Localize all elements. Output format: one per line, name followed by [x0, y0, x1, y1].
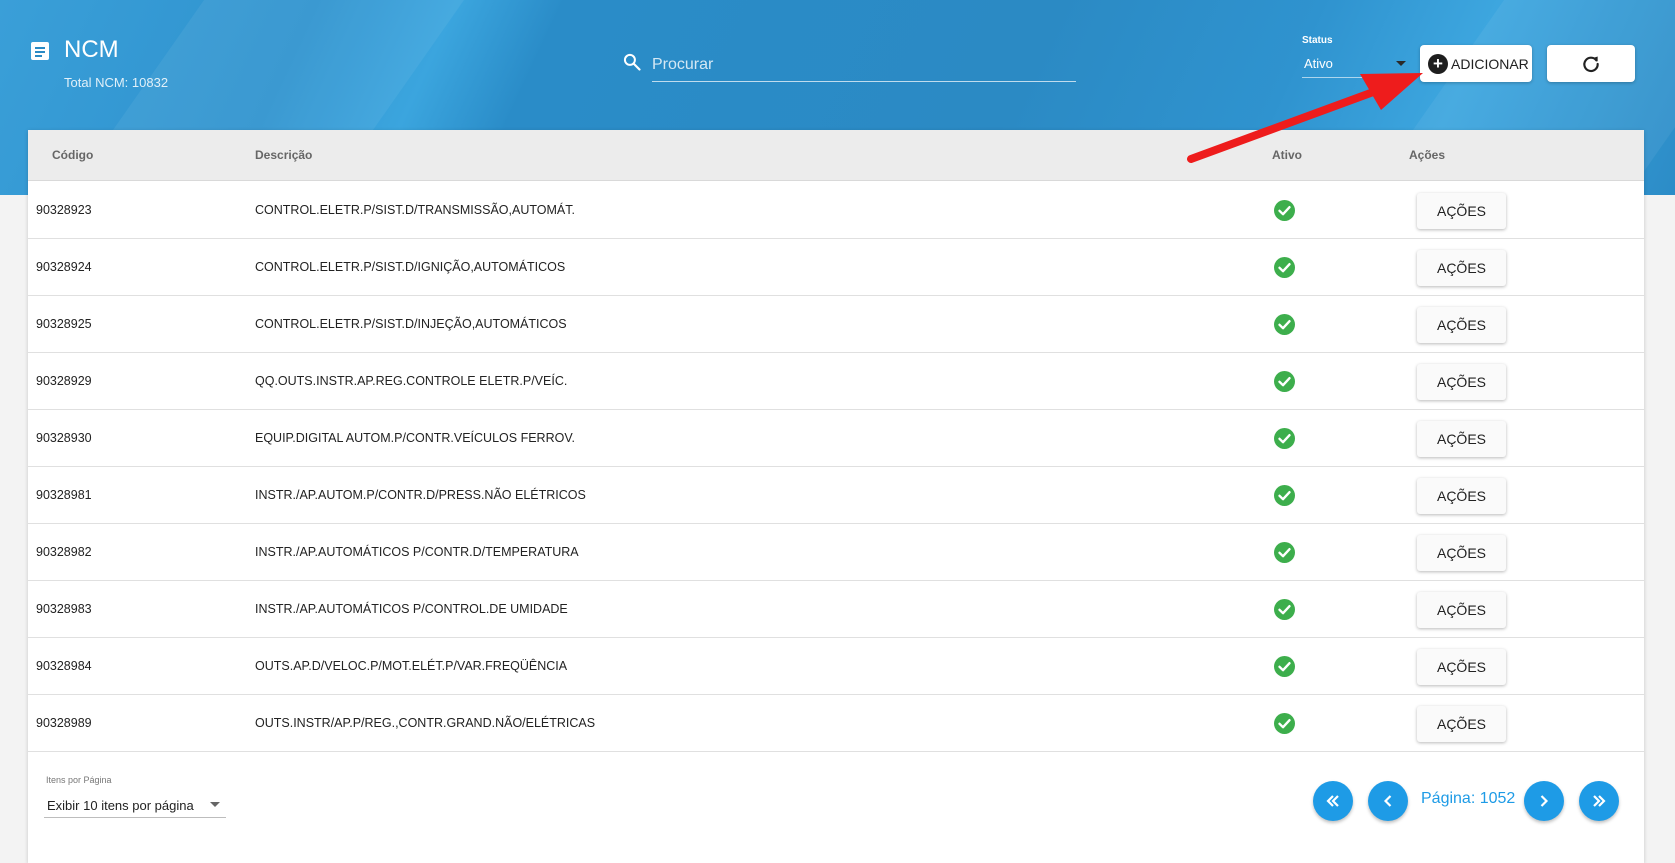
add-button[interactable]: + ADICIONAR: [1420, 45, 1532, 82]
actions-button[interactable]: AÇÕES: [1417, 592, 1506, 628]
chevron-right-icon: [1540, 795, 1549, 807]
table-row: 90328929 QQ.OUTS.INSTR.AP.REG.CONTROLE EL…: [28, 353, 1644, 410]
ncm-code: 90328981: [36, 488, 92, 502]
check-circle-icon: [1274, 200, 1295, 221]
ncm-code: 90328982: [36, 545, 92, 559]
status-label: Status: [1302, 35, 1333, 46]
table-row: 90328925 CONTROL.ELETR.P/SIST.D/INJEÇÃO,A…: [28, 296, 1644, 353]
ncm-description: CONTROL.ELETR.P/SIST.D/INJEÇÃO,AUTOMÁTIC…: [255, 317, 567, 331]
chevron-down-icon: [1396, 61, 1406, 66]
table-row: 90328924 CONTROL.ELETR.P/SIST.D/IGNIÇÃO,A…: [28, 239, 1644, 296]
ncm-code: 90328924: [36, 260, 92, 274]
ncm-code: 90328989: [36, 716, 92, 730]
per-page-label: Itens por Página: [46, 775, 112, 785]
refresh-button[interactable]: [1547, 45, 1635, 82]
check-circle-icon: [1274, 713, 1295, 734]
check-circle-icon: [1274, 542, 1295, 563]
actions-button[interactable]: AÇÕES: [1417, 307, 1506, 343]
column-header-active[interactable]: Ativo: [1272, 148, 1302, 162]
check-circle-icon: [1274, 371, 1295, 392]
column-header-description[interactable]: Descrição: [255, 148, 312, 162]
actions-button[interactable]: AÇÕES: [1417, 250, 1506, 286]
table-row: 90328989 OUTS.INSTR/AP.P/REG.,CONTR.GRAND…: [28, 695, 1644, 752]
ncm-description: CONTROL.ELETR.P/SIST.D/IGNIÇÃO,AUTOMÁTIC…: [255, 260, 566, 274]
check-circle-icon: [1274, 599, 1295, 620]
actions-button[interactable]: AÇÕES: [1417, 535, 1506, 571]
ncm-description: OUTS.AP.D/VELOC.P/MOT.ELÉT.P/VAR.FREQÜÊN…: [255, 659, 568, 673]
ncm-code: 90328923: [36, 203, 92, 217]
page-title: NCM: [64, 36, 119, 63]
column-header-code[interactable]: Código: [52, 148, 93, 162]
add-button-label: ADICIONAR: [1451, 55, 1529, 72]
status-select[interactable]: Ativo: [1302, 52, 1408, 78]
ncm-table-card: Código Descrição Ativo Ações 90328923 CON…: [28, 130, 1644, 863]
add-circle-icon: +: [1428, 53, 1448, 74]
ncm-code: 90328984: [36, 659, 92, 673]
previous-page-button[interactable]: [1368, 781, 1408, 821]
search-input[interactable]: [652, 48, 1076, 82]
last-page-button[interactable]: [1579, 781, 1619, 821]
table-row: 90328983 INSTR./AP.AUTOMÁTICOS P/CONTROL.…: [28, 581, 1644, 638]
ncm-description: EQUIP.DIGITAL AUTOM.P/CONTR.VEÍCULOS FER…: [255, 431, 575, 445]
total-count: Total NCM: 10832: [64, 75, 169, 90]
chevron-left-icon: [1383, 795, 1392, 807]
double-chevron-left-icon: [1326, 795, 1339, 807]
table-row: 90328982 INSTR./AP.AUTOMÁTICOS P/CONTR.D/…: [28, 524, 1644, 581]
actions-button[interactable]: AÇÕES: [1417, 421, 1506, 457]
document-icon: [31, 42, 49, 60]
ncm-description: INSTR./AP.AUTOM.P/CONTR.D/PRESS.NÃO ELÉT…: [255, 488, 586, 502]
ncm-description: INSTR./AP.AUTOMÁTICOS P/CONTR.D/TEMPERAT…: [255, 545, 579, 559]
double-chevron-right-icon: [1593, 795, 1606, 807]
per-page-select[interactable]: Exibir 10 itens por página: [44, 790, 226, 818]
refresh-icon: [1583, 56, 1599, 72]
per-page-value: Exibir 10 itens por página: [47, 798, 194, 813]
actions-button[interactable]: AÇÕES: [1417, 193, 1506, 229]
table-row: 90328930 EQUIP.DIGITAL AUTOM.P/CONTR.VEÍC…: [28, 410, 1644, 467]
chevron-down-icon: [210, 802, 220, 807]
status-value: Ativo: [1304, 56, 1333, 71]
ncm-description: CONTROL.ELETR.P/SIST.D/TRANSMISSÃO,AUTOM…: [255, 203, 575, 217]
check-circle-icon: [1274, 428, 1295, 449]
actions-button[interactable]: AÇÕES: [1417, 364, 1506, 400]
check-circle-icon: [1274, 314, 1295, 335]
check-circle-icon: [1274, 656, 1295, 677]
check-circle-icon: [1274, 485, 1295, 506]
search-icon: [623, 53, 641, 71]
actions-button[interactable]: AÇÕES: [1417, 649, 1506, 685]
table-row: 90328923 CONTROL.ELETR.P/SIST.D/TRANSMISS…: [28, 182, 1644, 239]
ncm-code: 90328925: [36, 317, 92, 331]
next-page-button[interactable]: [1524, 781, 1564, 821]
page-indicator: Página: 1052: [1421, 790, 1516, 807]
ncm-description: INSTR./AP.AUTOMÁTICOS P/CONTROL.DE UMIDA…: [255, 602, 568, 616]
table-row: 90328984 OUTS.AP.D/VELOC.P/MOT.ELÉT.P/VAR…: [28, 638, 1644, 695]
ncm-description: OUTS.INSTR/AP.P/REG.,CONTR.GRAND.NÃO/ELÉ…: [255, 716, 596, 730]
ncm-code: 90328930: [36, 431, 92, 445]
actions-button[interactable]: AÇÕES: [1417, 706, 1506, 742]
column-header-actions: Ações: [1409, 148, 1446, 162]
check-circle-icon: [1274, 257, 1295, 278]
ncm-description: QQ.OUTS.INSTR.AP.REG.CONTROLE ELETR.P/VE…: [255, 374, 568, 388]
ncm-code: 90328983: [36, 602, 92, 616]
actions-button[interactable]: AÇÕES: [1417, 478, 1506, 514]
table-header: Código Descrição Ativo Ações: [28, 130, 1644, 181]
table-row: 90328981 INSTR./AP.AUTOM.P/CONTR.D/PRESS.…: [28, 467, 1644, 524]
first-page-button[interactable]: [1313, 781, 1353, 821]
ncm-code: 90328929: [36, 374, 92, 388]
